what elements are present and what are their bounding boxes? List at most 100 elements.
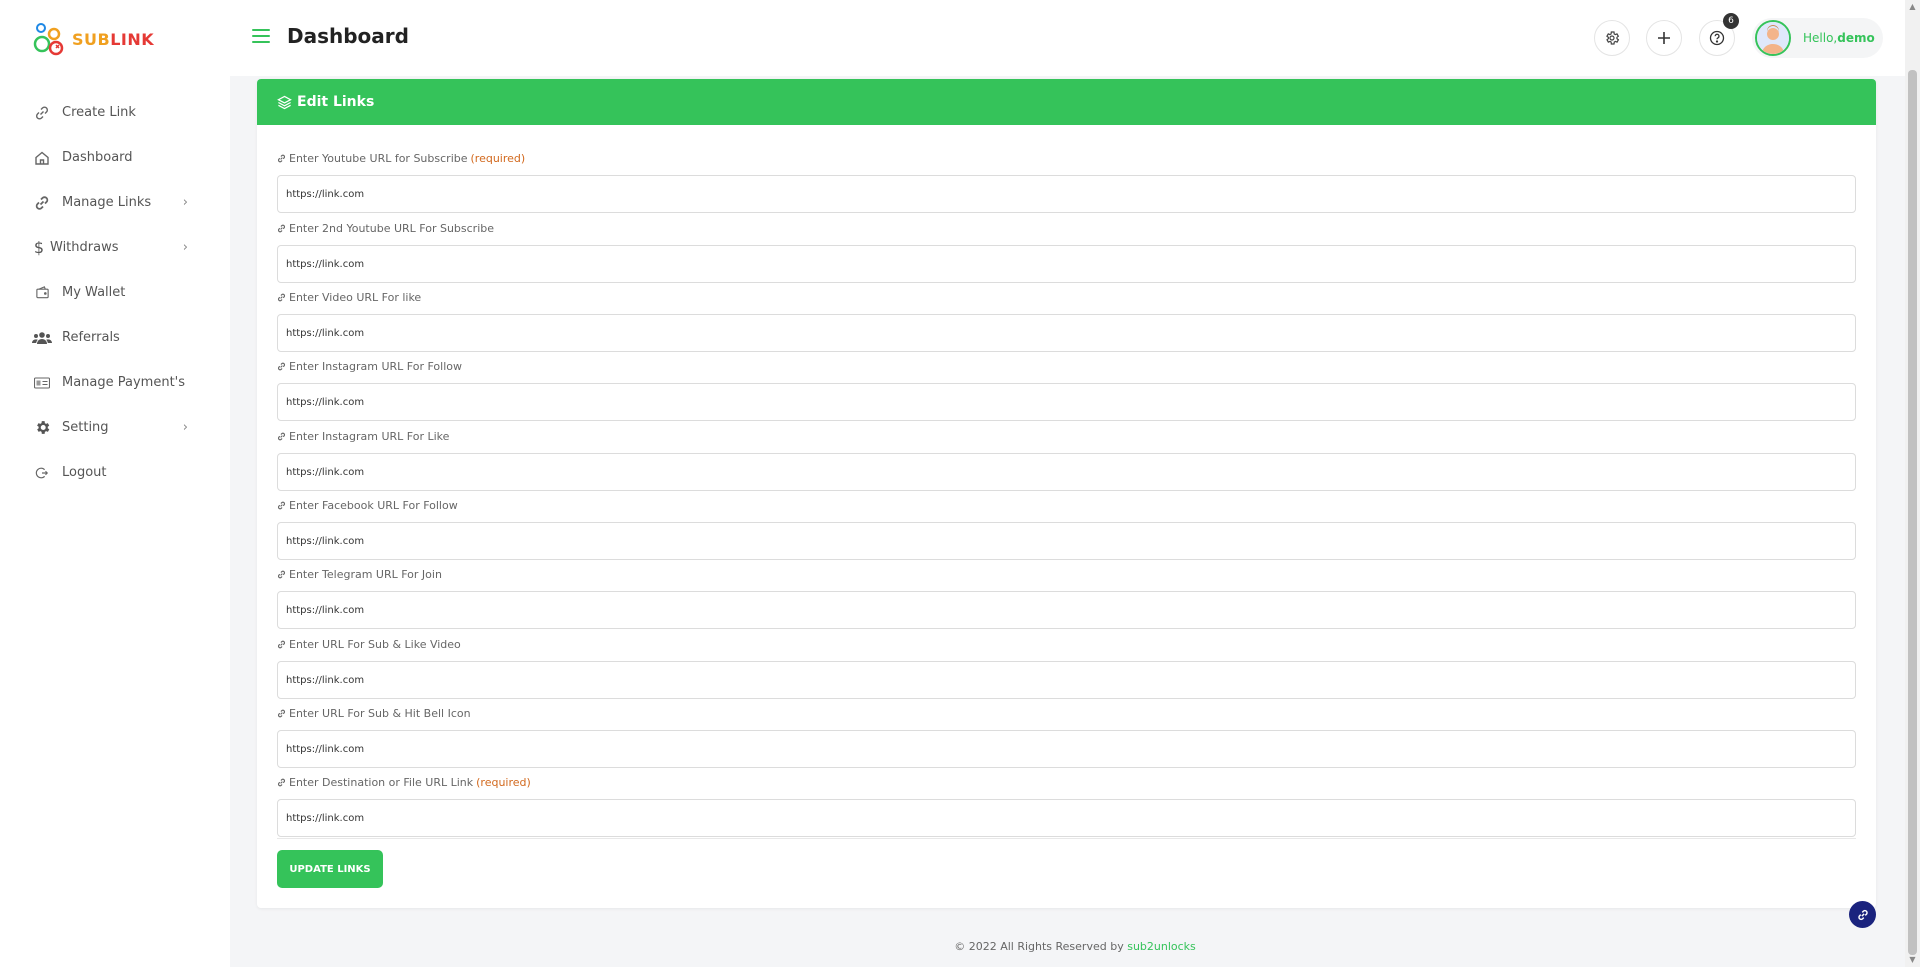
field-label-text: Enter Facebook URL For Follow <box>289 498 458 512</box>
field-label: Enter Instagram URL For Follow <box>277 359 1856 373</box>
url-field: Enter 2nd Youtube URL For Subscribe <box>277 221 1856 283</box>
url-field: Enter Video URL For like <box>277 290 1856 352</box>
url-field: Enter Instagram URL For Follow <box>277 359 1856 421</box>
sidebar-item-referrals[interactable]: Referrals <box>0 315 230 360</box>
field-label: Enter URL For Sub & Like Video <box>277 637 1856 651</box>
floating-link-button[interactable] <box>1849 901 1876 928</box>
settings-button[interactable] <box>1594 20 1630 56</box>
link-icon <box>277 154 286 162</box>
plus-icon <box>1658 32 1670 44</box>
url-field: Enter Facebook URL For Follow <box>277 498 1856 560</box>
url-field: Enter Instagram URL For Like <box>277 429 1856 491</box>
url-input[interactable] <box>277 245 1856 283</box>
url-input[interactable] <box>277 383 1856 421</box>
notification-badge: 6 <box>1723 13 1739 29</box>
field-label: Enter Facebook URL For Follow <box>277 498 1856 512</box>
url-input[interactable] <box>277 730 1856 768</box>
page-scrollbar[interactable]: ▲ ▼ <box>1905 0 1920 967</box>
field-label: Enter 2nd Youtube URL For Subscribe <box>277 221 1856 235</box>
sidebar-item-label: Withdraws <box>50 240 119 255</box>
update-links-button[interactable]: UPDATE LINKS <box>277 850 383 888</box>
required-marker: (required) <box>476 775 531 789</box>
url-field: Enter URL For Sub & Like Video <box>277 637 1856 699</box>
card-title: Edit Links <box>297 94 375 110</box>
sidebar-item-label: My Wallet <box>62 285 126 300</box>
url-input[interactable] <box>277 799 1856 837</box>
sidebar-nav: Create Link Dashboard Manage Links › $ W… <box>0 90 230 495</box>
link-icon <box>277 778 286 786</box>
sidebar-item-label: Dashboard <box>62 150 133 165</box>
url-input[interactable] <box>277 314 1856 352</box>
url-input[interactable] <box>277 175 1856 213</box>
sidebar-item-dashboard[interactable]: Dashboard <box>0 135 230 180</box>
help-icon <box>1709 30 1725 46</box>
field-label-text: Enter Youtube URL for Subscribe <box>289 151 468 165</box>
url-input[interactable] <box>277 661 1856 699</box>
link-icon <box>277 570 286 578</box>
users-icon <box>32 328 52 348</box>
payment-icon <box>32 373 52 393</box>
footer-link[interactable]: sub2unlocks <box>1127 940 1196 953</box>
required-marker: (required) <box>470 151 526 165</box>
gear-icon <box>1606 31 1620 45</box>
field-label: Enter Youtube URL for Subscribe (required… <box>277 151 1856 165</box>
url-input[interactable] <box>277 591 1856 629</box>
top-header: Dashboard 6 Hello,demo <box>230 0 1920 76</box>
url-field: Enter URL For Sub & Hit Bell Icon <box>277 706 1856 768</box>
link-icon <box>277 709 286 717</box>
logo-text: SUBLINK <box>72 29 155 49</box>
sidebar-item-my-wallet[interactable]: My Wallet <box>0 270 230 315</box>
footer: © 2022 All Rights Reserved by sub2unlock… <box>230 940 1920 953</box>
scroll-up-arrow-icon[interactable]: ▲ <box>1908 2 1917 12</box>
url-input[interactable] <box>277 453 1856 491</box>
url-field: Enter Telegram URL For Join <box>277 567 1856 629</box>
chevron-right-icon: › <box>182 420 188 435</box>
link-icon <box>32 103 52 123</box>
sidebar-item-create-link[interactable]: Create Link <box>0 90 230 135</box>
chevron-right-icon: › <box>182 240 188 255</box>
link-icon <box>277 362 286 370</box>
field-label: Enter URL For Sub & Hit Bell Icon <box>277 706 1856 720</box>
user-menu[interactable]: Hello,demo <box>1752 18 1883 58</box>
link-icon <box>1857 909 1868 920</box>
sidebar-item-withdraws[interactable]: $ Withdraws › <box>0 225 230 270</box>
field-label-text: Enter URL For Sub & Like Video <box>289 637 461 651</box>
layers-icon <box>277 95 292 109</box>
help-button[interactable]: 6 <box>1699 13 1739 56</box>
scroll-down-arrow-icon[interactable]: ▼ <box>1908 955 1917 965</box>
dollar-icon: $ <box>33 238 45 257</box>
field-label-text: Enter 2nd Youtube URL For Subscribe <box>289 221 495 235</box>
add-button[interactable] <box>1646 20 1682 56</box>
link-icon <box>277 501 286 509</box>
card-header: Edit Links <box>257 79 1876 125</box>
sidebar-item-label: Manage Payment's <box>62 375 186 390</box>
logo[interactable]: SUBLINK <box>32 22 154 56</box>
field-label: Enter Instagram URL For Like <box>277 429 1856 443</box>
chevron-right-icon: › <box>182 195 188 210</box>
link-icon <box>277 224 286 232</box>
sidebar-item-manage-links[interactable]: Manage Links › <box>0 180 230 225</box>
home-icon <box>32 148 52 168</box>
logo-icon <box>33 23 64 56</box>
sidebar-item-label: Logout <box>62 465 107 480</box>
url-input[interactable] <box>277 522 1856 560</box>
links-icon <box>32 193 52 213</box>
scroll-thumb[interactable] <box>1908 70 1917 955</box>
sidebar-item-logout[interactable]: Logout <box>0 450 230 495</box>
field-label-text: Enter URL For Sub & Hit Bell Icon <box>289 706 471 720</box>
link-icon <box>277 640 286 648</box>
field-label: Enter Telegram URL For Join <box>277 567 1856 581</box>
sidebar-item-setting[interactable]: Setting › <box>0 405 230 450</box>
sidebar: SUBLINK Create Link Dashboard Manage Lin… <box>0 0 230 967</box>
page-title: Dashboard <box>287 24 409 48</box>
link-icon <box>277 293 286 301</box>
url-field: Enter Destination or File URL Link (requi… <box>277 775 1856 837</box>
copyright-text: © 2022 All Rights Reserved by <box>954 940 1124 953</box>
gear-icon <box>32 418 52 438</box>
url-field: Enter Youtube URL for Subscribe (required… <box>277 151 1856 213</box>
sidebar-item-manage-payments[interactable]: Manage Payment's <box>0 360 230 405</box>
hamburger-menu-icon[interactable] <box>252 27 270 45</box>
field-label-text: Enter Telegram URL For Join <box>289 567 442 581</box>
field-label-text: Enter Video URL For like <box>289 290 422 304</box>
avatar <box>1755 20 1791 56</box>
